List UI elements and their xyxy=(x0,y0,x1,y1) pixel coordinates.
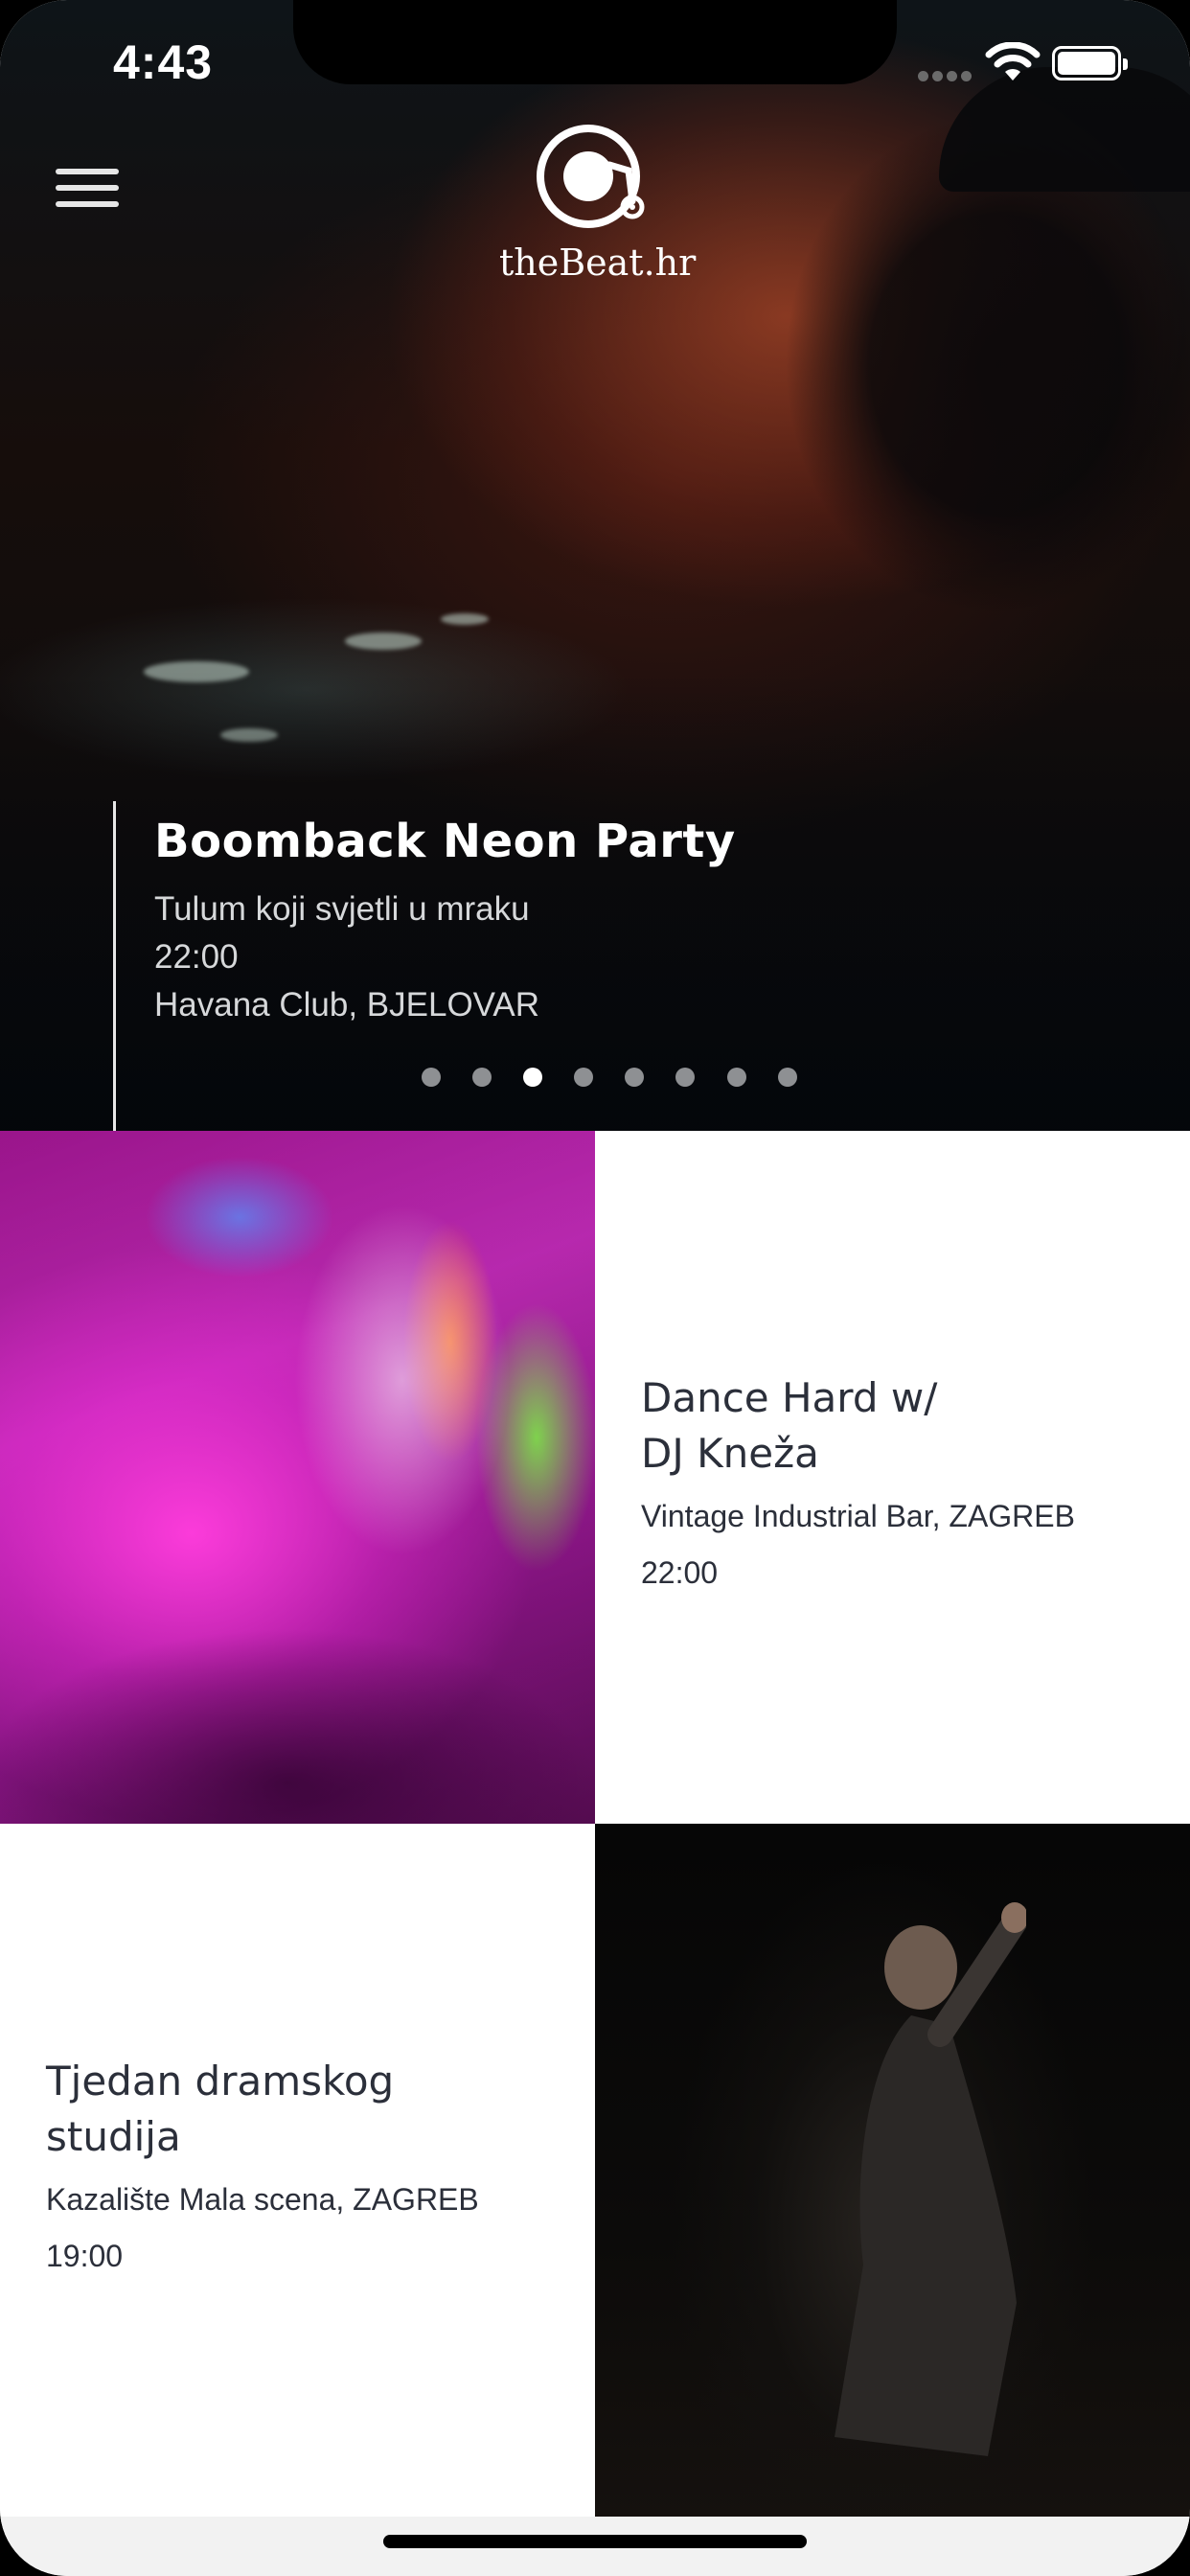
app-screen: Boomback Neon Party Tulum koji svjetli u… xyxy=(0,0,1190,2576)
status-bar: 4:43 xyxy=(0,0,1190,134)
signal-icon xyxy=(918,67,975,81)
battery-icon xyxy=(1052,46,1128,80)
hero-event-subtitle: Tulum koji svjetli u mraku xyxy=(154,890,530,928)
hamburger-menu-icon[interactable] xyxy=(56,169,119,211)
hero-event-venue: Havana Club, BJELOVAR xyxy=(154,986,540,1024)
carousel-dot[interactable] xyxy=(777,1068,797,1087)
event-time: 19:00 xyxy=(46,2239,124,2273)
event-title: Dance Hard w/ DJ Kneža xyxy=(641,1374,938,1477)
carousel-dot-active[interactable] xyxy=(523,1068,543,1087)
status-time: 4:43 xyxy=(113,35,214,89)
event-time: 22:00 xyxy=(641,1555,719,1590)
event-title: Tjedan dramskog studija xyxy=(46,2058,395,2160)
carousel-pagination[interactable] xyxy=(422,1068,824,1091)
hero-event-time: 22:00 xyxy=(154,938,239,976)
carousel-dot[interactable] xyxy=(422,1068,441,1087)
event-card[interactable]: Tjedan dramskog studija Kazalište Mala s… xyxy=(0,1824,595,2517)
carousel-dot[interactable] xyxy=(625,1068,645,1087)
event-card[interactable]: Dance Hard w/ DJ Kneža Vintage Industria… xyxy=(595,1131,1190,1824)
carousel-dot[interactable] xyxy=(675,1068,696,1087)
carousel-dot[interactable] xyxy=(574,1068,594,1087)
carousel-dot[interactable] xyxy=(726,1068,746,1087)
thebeat-logo-icon xyxy=(537,125,645,228)
home-indicator[interactable] xyxy=(383,2535,807,2548)
dancer-figure xyxy=(835,1902,1026,2456)
app-logo[interactable]: theBeat.hr xyxy=(499,121,697,293)
event-venue: Vintage Industrial Bar, ZAGREB xyxy=(641,1499,1075,1533)
hero-event-title: Boomback Neon Party xyxy=(154,815,736,868)
device-notch xyxy=(293,0,897,84)
event-image-dancer[interactable] xyxy=(595,1824,1190,2517)
event-venue: Kazalište Mala scena, ZAGREB xyxy=(46,2182,479,2217)
event-image-party-lights[interactable] xyxy=(0,1131,595,1824)
logo-text: theBeat.hr xyxy=(499,242,697,284)
wifi-icon xyxy=(985,42,1041,80)
carousel-dot[interactable] xyxy=(472,1068,492,1087)
